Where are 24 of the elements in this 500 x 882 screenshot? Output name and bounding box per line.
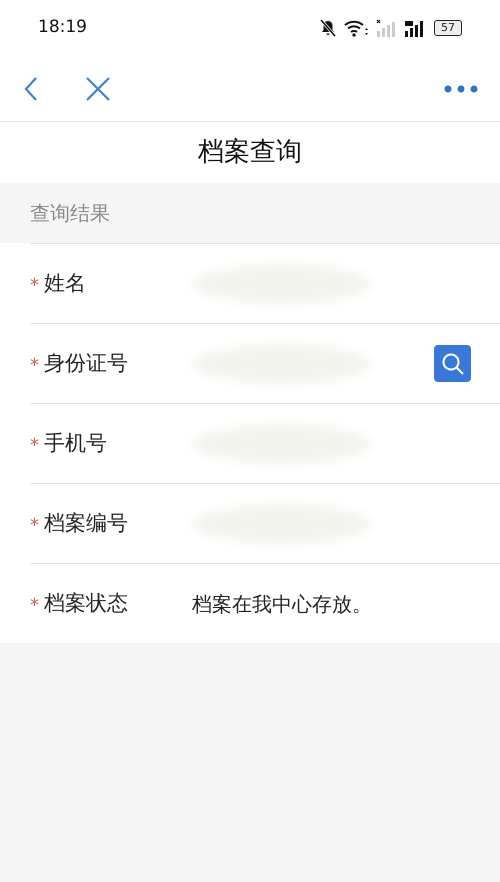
field-value: 档案在我中心存放。 <box>192 590 372 618</box>
required-mark: * <box>30 594 40 618</box>
field-label: 身份证号 <box>44 350 129 377</box>
section-header: 查询结果 <box>30 200 110 227</box>
bell-muted-icon <box>320 19 336 37</box>
signal-5g-icon <box>404 19 426 37</box>
required-mark: * <box>30 354 40 378</box>
field-label: 手机号 <box>44 430 108 457</box>
search-icon <box>440 352 464 376</box>
field-label: 档案编号 <box>44 510 129 537</box>
back-icon[interactable] <box>24 76 38 102</box>
field-label: 档案状态 <box>44 590 129 617</box>
signal-icon <box>376 19 396 37</box>
close-icon[interactable] <box>86 76 110 100</box>
wifi-icon <box>344 19 368 37</box>
clock-time: 18:19 <box>38 16 87 40</box>
more-icon[interactable] <box>444 84 478 92</box>
search-button[interactable] <box>434 345 471 382</box>
required-mark: * <box>30 514 40 538</box>
battery-level: 57 <box>434 20 462 36</box>
page-title: 档案查询 <box>198 136 302 169</box>
field-label: 姓名 <box>44 270 87 297</box>
required-mark: * <box>30 434 40 458</box>
required-mark: * <box>30 274 40 298</box>
